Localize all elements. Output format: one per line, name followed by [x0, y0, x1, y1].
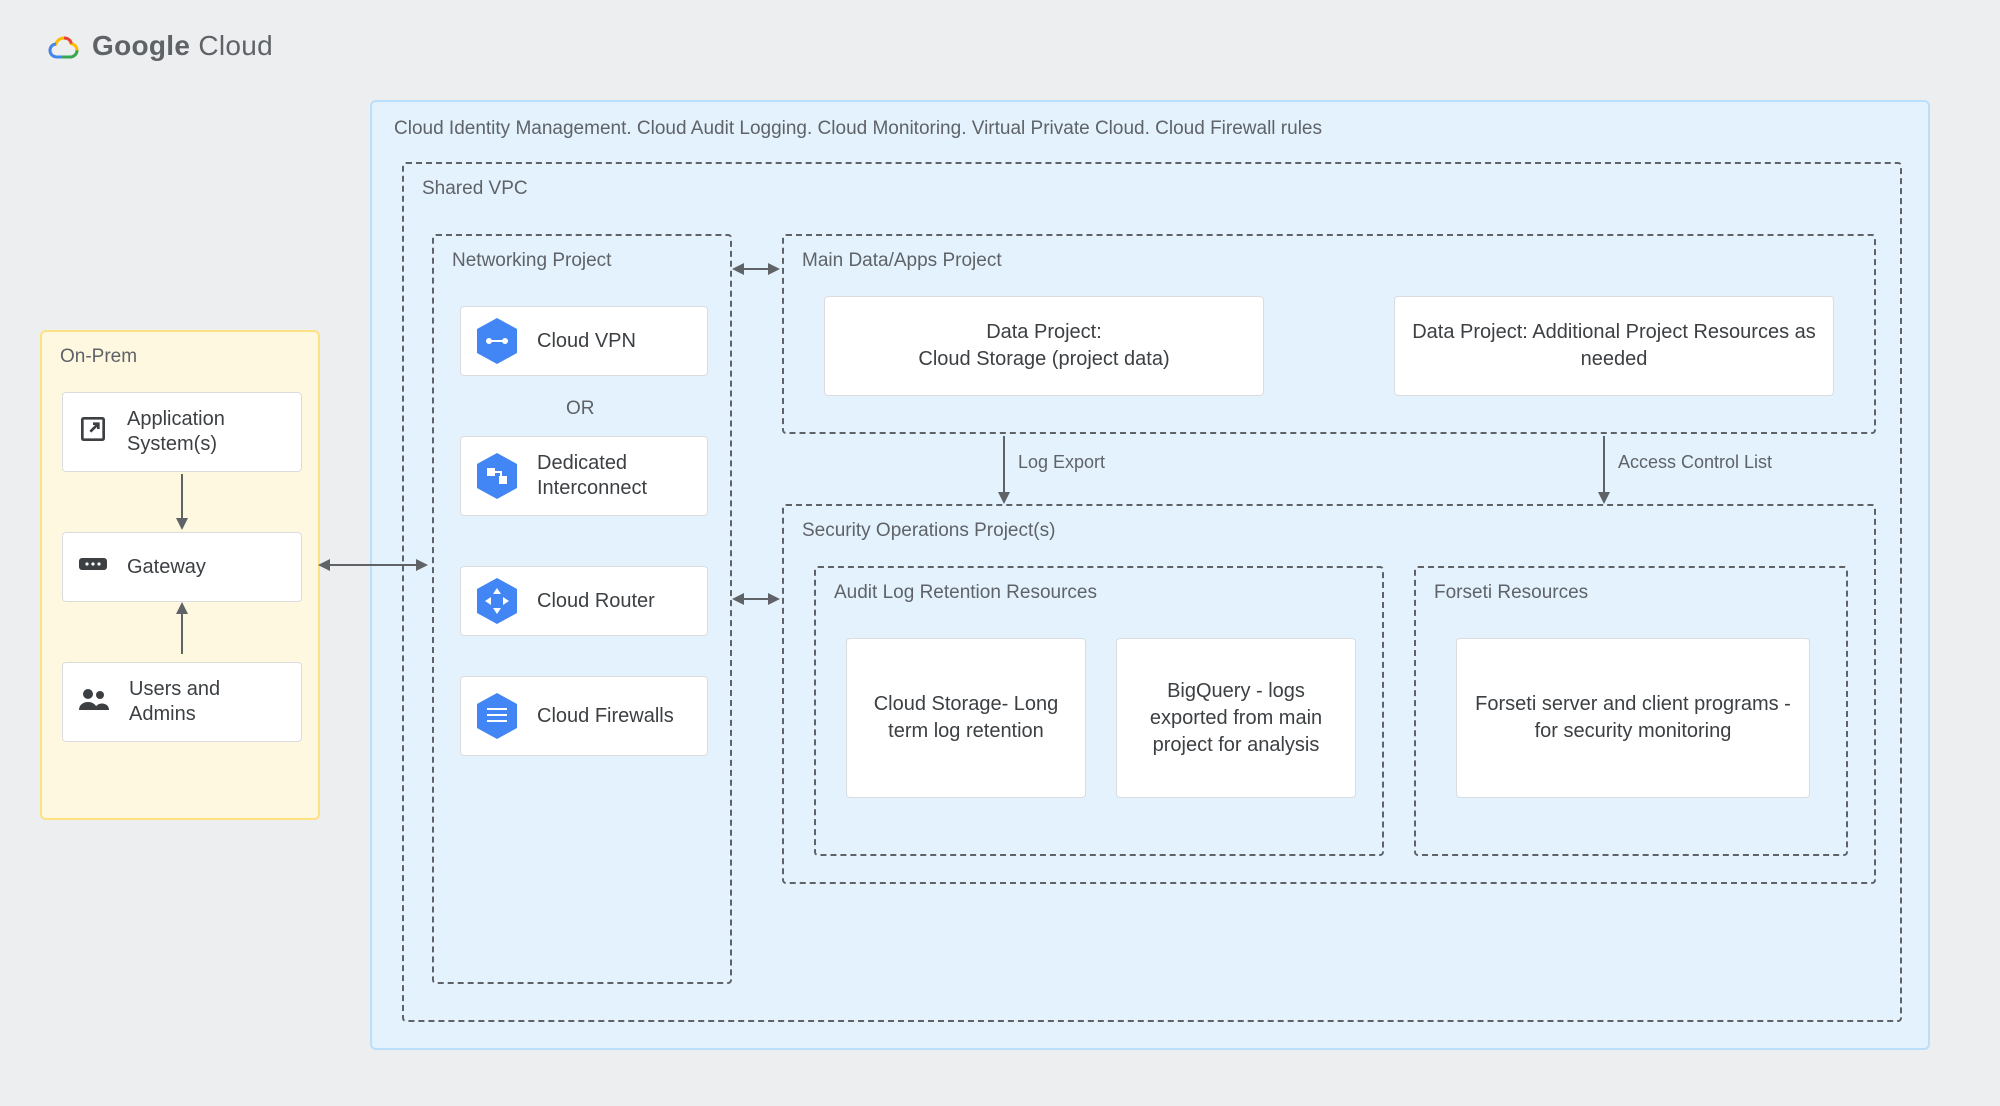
dedicated-interconnect-label: Dedicated Interconnect	[537, 451, 693, 501]
or-label: OR	[566, 398, 595, 420]
gateway-label: Gateway	[127, 556, 206, 579]
users-card: Users and Admins	[62, 662, 302, 742]
gateway-card: Gateway	[62, 532, 302, 602]
gateway-icon	[77, 552, 109, 582]
audit-bigquery-card: BigQuery - logs exported from main proje…	[1116, 638, 1356, 798]
forseti-label: Forseti Resources	[1434, 582, 1588, 604]
interconnect-icon	[475, 451, 519, 501]
data-project-resources-label: Data Project: Additional Project Resourc…	[1409, 319, 1819, 373]
logo-text: Google Cloud	[92, 30, 273, 62]
cloud-firewalls-label: Cloud Firewalls	[537, 704, 674, 729]
acl-label: Access Control List	[1618, 452, 1772, 473]
onprem-group: On-Prem Application System(s) Gateway Us…	[40, 330, 320, 820]
data-project-storage-card: Data Project: Cloud Storage (project dat…	[824, 296, 1264, 396]
users-icon	[77, 686, 111, 719]
shared-vpc-group: Shared VPC Networking Project Cloud VPN …	[402, 162, 1902, 1022]
log-export-label: Log Export	[1018, 452, 1105, 473]
onprem-label: On-Prem	[60, 346, 137, 368]
cloud-vpn-icon	[475, 316, 519, 366]
cloud-firewalls-card: Cloud Firewalls	[460, 676, 708, 756]
shared-vpc-label: Shared VPC	[422, 178, 528, 200]
data-project-storage-label: Data Project: Cloud Storage (project dat…	[918, 319, 1169, 373]
audit-cloud-storage-card: Cloud Storage- Long term log retention	[846, 638, 1086, 798]
google-cloud-logo: Google Cloud	[40, 30, 273, 62]
audit-cloud-storage-label: Cloud Storage- Long term log retention	[861, 691, 1071, 745]
users-label: Users and Admins	[129, 677, 287, 727]
cloud-vpn-label: Cloud VPN	[537, 330, 636, 353]
forseti-card: Forseti server and client programs - for…	[1456, 638, 1810, 798]
audit-bigquery-label: BigQuery - logs exported from main proje…	[1131, 678, 1341, 759]
app-systems-label: Application System(s)	[127, 407, 287, 457]
audit-label: Audit Log Retention Resources	[834, 582, 1097, 604]
dedicated-interconnect-card: Dedicated Interconnect	[460, 436, 708, 516]
main-project-group: Main Data/Apps Project Data Project: Clo…	[782, 234, 1876, 434]
diagram: Google Cloud On-Prem Application System(…	[0, 0, 2000, 1106]
cloud-vpn-card: Cloud VPN	[460, 306, 708, 376]
forseti-card-label: Forseti server and client programs - for…	[1471, 691, 1795, 745]
cloud-caption: Cloud Identity Management. Cloud Audit L…	[394, 118, 1322, 140]
networking-project-group: Networking Project Cloud VPN OR Dedicate…	[432, 234, 732, 984]
secops-label: Security Operations Project(s)	[802, 520, 1055, 542]
cloud-panel: Cloud Identity Management. Cloud Audit L…	[370, 100, 1930, 1050]
cloud-router-icon	[475, 576, 519, 626]
networking-project-label: Networking Project	[452, 250, 611, 272]
external-link-icon	[77, 413, 109, 452]
main-project-label: Main Data/Apps Project	[802, 250, 1002, 272]
google-cloud-icon	[40, 30, 80, 62]
app-systems-card: Application System(s)	[62, 392, 302, 472]
cloud-router-label: Cloud Router	[537, 590, 655, 613]
cloud-firewalls-icon	[475, 691, 519, 741]
audit-group: Audit Log Retention Resources Cloud Stor…	[814, 566, 1384, 856]
data-project-resources-card: Data Project: Additional Project Resourc…	[1394, 296, 1834, 396]
secops-group: Security Operations Project(s) Audit Log…	[782, 504, 1876, 884]
forseti-group: Forseti Resources Forseti server and cli…	[1414, 566, 1848, 856]
cloud-router-card: Cloud Router	[460, 566, 708, 636]
